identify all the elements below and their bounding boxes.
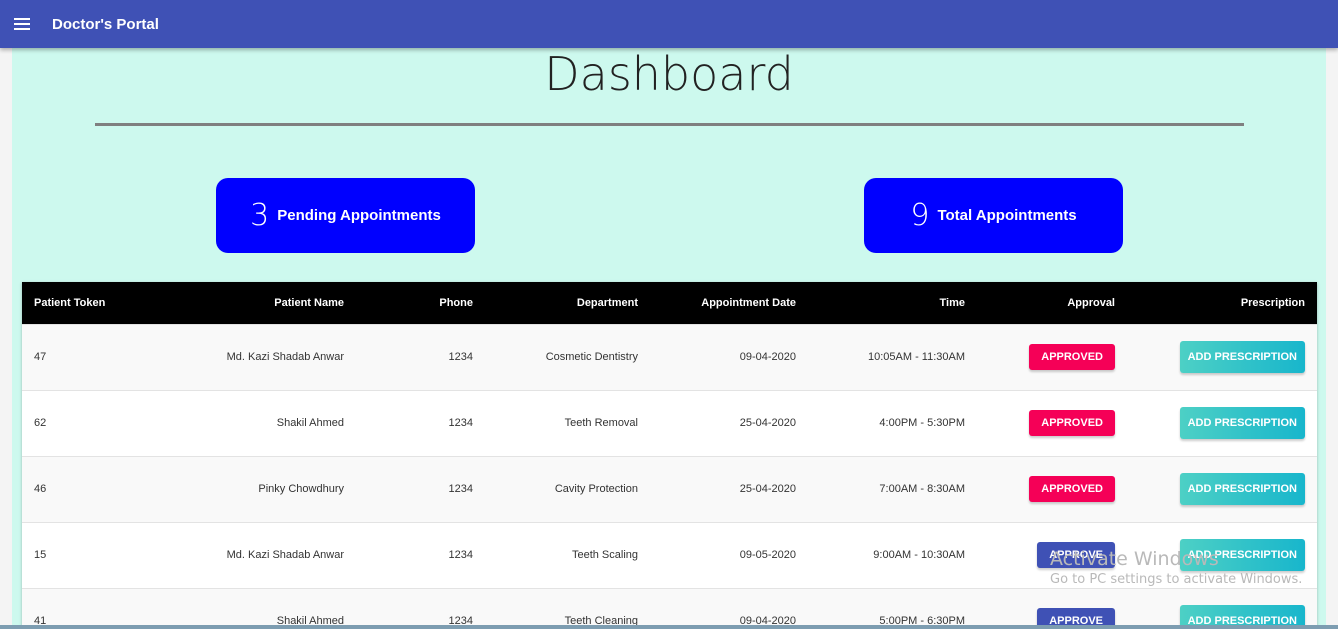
cell-prescription: ADD PRESCRIPTION — [1127, 521, 1317, 588]
header-approval: Approval — [1067, 296, 1115, 309]
cell-date: 09-05-2020 — [650, 521, 808, 588]
add-prescription-button[interactable]: ADD PRESCRIPTION — [1179, 341, 1305, 373]
cell-prescription: ADD PRESCRIPTION — [1127, 389, 1317, 456]
cell-approval: APPROVE — [977, 521, 1127, 588]
pending-label: Pending Appointments — [277, 207, 441, 224]
table-row: 41 Shakil Ahmed 1234 Teeth Cleaning 09-0… — [22, 587, 1317, 629]
table-row: 46 Pinky Chowdhury 1234 Cavity Protectio… — [22, 455, 1317, 522]
appointments-table: Patient Token Patient Name Phone Departm… — [22, 282, 1317, 629]
hamburger-menu-icon[interactable] — [14, 18, 30, 30]
add-prescription-button[interactable]: ADD PRESCRIPTION — [1179, 407, 1305, 439]
cell-name: Md. Kazi Shadab Anwar — [132, 323, 356, 390]
app-bar: Doctor's Portal — [0, 0, 1338, 48]
cell-department: Teeth Removal — [485, 389, 650, 456]
cell-token: 15 — [22, 521, 132, 588]
header-patient-token: Patient Token — [34, 296, 106, 309]
cell-time: 4:00PM - 5:30PM — [808, 389, 977, 456]
cell-approval: APPROVED — [977, 455, 1127, 522]
cell-name: Pinky Chowdhury — [132, 455, 356, 522]
approved-button[interactable]: APPROVED — [1029, 344, 1115, 370]
header-appointment-date: Appointment Date — [701, 296, 796, 309]
cell-phone: 1234 — [356, 587, 485, 629]
pending-count: 3 — [250, 198, 270, 233]
cell-date: 25-04-2020 — [650, 455, 808, 522]
cell-phone: 1234 — [356, 389, 485, 456]
cell-department: Teeth Scaling — [485, 521, 650, 588]
add-prescription-button[interactable]: ADD PRESCRIPTION — [1179, 539, 1305, 571]
cell-date: 09-04-2020 — [650, 323, 808, 390]
approved-button[interactable]: APPROVED — [1029, 476, 1115, 502]
cell-prescription: ADD PRESCRIPTION — [1127, 455, 1317, 522]
cell-date: 25-04-2020 — [650, 389, 808, 456]
cell-time: 7:00AM - 8:30AM — [808, 455, 977, 522]
approve-button[interactable]: APPROVE — [1037, 542, 1115, 568]
total-appointments-card: 9 Total Appointments — [864, 178, 1123, 253]
cell-phone: 1234 — [356, 455, 485, 522]
table-row: 15 Md. Kazi Shadab Anwar 1234 Teeth Scal… — [22, 521, 1317, 588]
table-row: 62 Shakil Ahmed 1234 Teeth Removal 25-04… — [22, 389, 1317, 456]
cell-prescription: ADD PRESCRIPTION — [1127, 587, 1317, 629]
table-header-row: Patient Token Patient Name Phone Departm… — [22, 282, 1317, 324]
app-title: Doctor's Portal — [52, 15, 159, 33]
cell-department: Teeth Cleaning — [485, 587, 650, 629]
header-time: Time — [939, 296, 965, 309]
cell-date: 09-04-2020 — [650, 587, 808, 629]
cell-name: Shakil Ahmed — [132, 389, 356, 456]
total-label: Total Appointments — [937, 207, 1077, 224]
cell-department: Cosmetic Dentistry — [485, 323, 650, 390]
cell-prescription: ADD PRESCRIPTION — [1127, 323, 1317, 390]
approved-button[interactable]: APPROVED — [1029, 410, 1115, 436]
cell-time: 10:05AM - 11:30AM — [808, 323, 977, 390]
cell-token: 47 — [22, 323, 132, 390]
header-phone: Phone — [439, 296, 473, 309]
table-row: 47 Md. Kazi Shadab Anwar 1234 Cosmetic D… — [22, 323, 1317, 390]
cell-name: Shakil Ahmed — [132, 587, 356, 629]
add-prescription-button[interactable]: ADD PRESCRIPTION — [1179, 473, 1305, 505]
header-prescription: Prescription — [1240, 296, 1305, 309]
dashboard-main: Dashboard 3 Pending Appointments 9 Total… — [12, 48, 1326, 629]
cell-token: 62 — [22, 389, 132, 456]
header-patient-name: Patient Name — [274, 296, 344, 309]
cell-token: 41 — [22, 587, 132, 629]
cell-token: 46 — [22, 455, 132, 522]
cell-phone: 1234 — [356, 521, 485, 588]
cell-phone: 1234 — [356, 323, 485, 390]
cell-time: 9:00AM - 10:30AM — [808, 521, 977, 588]
header-department: Department — [576, 296, 638, 309]
cell-approval: APPROVE — [977, 587, 1127, 629]
cell-time: 5:00PM - 6:30PM — [808, 587, 977, 629]
cell-approval: APPROVED — [977, 323, 1127, 390]
cell-approval: APPROVED — [977, 389, 1127, 456]
cell-department: Cavity Protection — [485, 455, 650, 522]
title-divider — [95, 123, 1244, 126]
total-count: 9 — [910, 198, 930, 233]
pending-appointments-card: 3 Pending Appointments — [216, 178, 475, 253]
taskbar-edge — [0, 625, 1338, 629]
cell-name: Md. Kazi Shadab Anwar — [132, 521, 356, 588]
page-title: Dashboard — [544, 48, 794, 101]
